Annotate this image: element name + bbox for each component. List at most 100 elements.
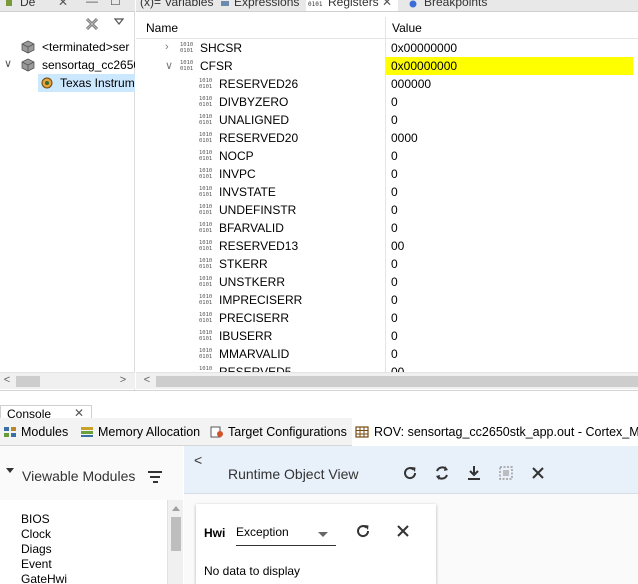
registers-horizontal-scrollbar[interactable]: < [136,372,638,389]
module-list-item[interactable]: GateHwi [21,572,67,584]
register-value[interactable]: 0 [391,257,398,271]
register-row[interactable]: 1010 0101 INVPC 0 [136,165,638,183]
tab-memory-allocation[interactable]: Memory Allocation [80,418,204,446]
register-row[interactable]: 1010 0101 UNDEFINSTR 0 [136,201,638,219]
register-icon: 10100101 [199,348,213,360]
register-value[interactable]: 0 [391,167,398,181]
module-list-item[interactable]: BIOS [21,512,50,526]
scroll-left-icon[interactable]: < [0,374,14,386]
chevron-down-icon[interactable]: ∨ [165,59,173,72]
register-value[interactable]: 0 [391,185,398,199]
remove-terminated-icon[interactable] [84,16,100,32]
tab-rov[interactable]: ROV: sensortag_cc2650stk_app.out - Corte… [352,418,638,446]
register-name: PRECISERR [219,311,290,325]
filter-icon[interactable] [148,471,162,486]
register-name: IBUSERR [219,329,273,343]
viewable-modules-header[interactable]: Viewable Modules [0,446,183,500]
module-list-scrollbar[interactable] [167,500,183,584]
tab-registers[interactable]: 0101 Registers ✕ [306,0,398,11]
register-value[interactable]: 0000 [391,131,418,145]
scrollbar-thumb[interactable] [171,517,181,551]
register-value[interactable]: 0 [391,311,398,325]
register-value[interactable]: 0 [391,329,398,343]
module-list-item[interactable]: Diags [21,542,52,556]
tab-variables[interactable]: (x)= Variables [136,0,228,11]
modules-icon [4,427,16,437]
caret-down-icon[interactable] [6,468,14,473]
register-value[interactable]: 0 [391,275,398,289]
register-row[interactable]: 1010 0101 UNALIGNED 0 [136,111,638,129]
tab-breakpoints[interactable]: Breakpoints [404,0,514,11]
register-row[interactable]: 1010 0101 INVSTATE 0 [136,183,638,201]
scroll-up-icon[interactable] [172,506,180,511]
dropdown-arrow-icon[interactable] [318,532,328,537]
register-name: RESERVED5 [219,365,292,372]
view-type-select[interactable]: Exception [236,524,336,546]
minimize-icon[interactable]: — [86,0,98,8]
select-all-icon[interactable] [497,464,515,482]
register-value[interactable]: 0 [391,347,398,361]
close-icon[interactable]: ✕ [58,0,68,9]
register-value[interactable]: 000000 [391,77,431,91]
tree-item-sensortag[interactable]: ∨ sensortag_cc2650 [0,56,135,74]
register-row[interactable]: 1010 0101 RESERVED20 0000 [136,129,638,147]
register-row[interactable]: 1010 0101 RESERVED26 000000 [136,75,638,93]
register-row[interactable]: 1010 0101 STKERR 0 [136,255,638,273]
register-row[interactable]: › 1010 0101 SHCSR 0x00000000 [136,39,638,57]
scroll-right-icon[interactable]: > [116,374,130,386]
tab-console[interactable]: Console ✕ [0,405,92,419]
register-row[interactable]: 1010 0101 IBUSERR 0 [136,327,638,345]
scrollbar-thumb[interactable] [16,376,40,387]
register-value[interactable]: 0 [391,221,398,235]
column-header-name[interactable]: Name [146,21,178,35]
chevron-down-icon[interactable]: ∨ [4,57,12,70]
refresh-icon[interactable] [354,522,372,540]
close-icon[interactable] [529,464,547,482]
scrollbar-thumb[interactable] [156,376,638,387]
download-icon[interactable] [465,464,483,482]
scroll-left-icon[interactable]: < [140,374,154,386]
register-row[interactable]: 1010 0101 BFARVALID 0 [136,219,638,237]
register-value[interactable]: 0 [391,293,398,307]
register-value[interactable]: 00 [391,239,404,253]
module-list-item[interactable]: Event [21,557,52,571]
register-row[interactable]: 1010 0101 DIVBYZERO 0 [136,93,638,111]
close-icon[interactable]: ✕ [382,0,392,9]
register-value[interactable]: 0 [391,203,398,217]
column-header-value[interactable]: Value [392,21,422,35]
tree-item-texas-instruments[interactable]: Texas Instrum [38,74,135,92]
refresh-icon[interactable] [401,464,419,482]
tree-item-terminated[interactable]: <terminated>ser [0,38,135,56]
register-row[interactable]: 1010 0101 PRECISERR 0 [136,309,638,327]
register-icon: 10100101 [199,258,213,270]
chevron-right-icon[interactable]: › [165,41,169,53]
register-value[interactable]: 0x00000000 [391,41,457,55]
register-row[interactable]: 1010 0101 NOCP 0 [136,147,638,165]
register-value[interactable]: 00 [391,365,404,372]
tab-expressions[interactable]: Expressions [218,0,310,11]
continuous-refresh-icon[interactable] [433,464,451,482]
column-divider [385,255,386,273]
register-row[interactable]: 1010 0101 UNSTKERR 0 [136,273,638,291]
view-menu-icon[interactable] [114,18,124,26]
maximize-icon[interactable]: ☐ [110,0,121,8]
register-row[interactable]: ∨ 1010 0101 CFSR 0x00000000 [136,57,638,75]
register-name: UNALIGNED [219,113,290,127]
register-value[interactable]: 0 [391,149,398,163]
column-divider[interactable] [385,17,386,39]
tab-target-configurations[interactable]: Target Configurations [210,418,348,446]
tab-modules[interactable]: Modules [3,418,73,446]
debug-horizontal-scrollbar[interactable]: < > [0,372,135,389]
register-row[interactable]: 10100101RESERVED500 [136,363,638,372]
register-row[interactable]: 1010 0101 MMARVALID 0 [136,345,638,363]
register-row[interactable]: 1010 0101 IMPRECISERR 0 [136,291,638,309]
back-icon[interactable]: < [194,452,202,468]
close-icon[interactable] [394,522,412,540]
register-value[interactable]: 0x00000000 [391,59,457,73]
register-icon: 10100101 [180,42,194,54]
debug-tab[interactable]: De ✕ — ☐ [0,0,135,12]
register-value[interactable]: 0 [391,113,398,127]
register-row[interactable]: 1010 0101 RESERVED13 00 [136,237,638,255]
module-list-item[interactable]: Clock [21,527,51,541]
register-value[interactable]: 0 [391,95,398,109]
